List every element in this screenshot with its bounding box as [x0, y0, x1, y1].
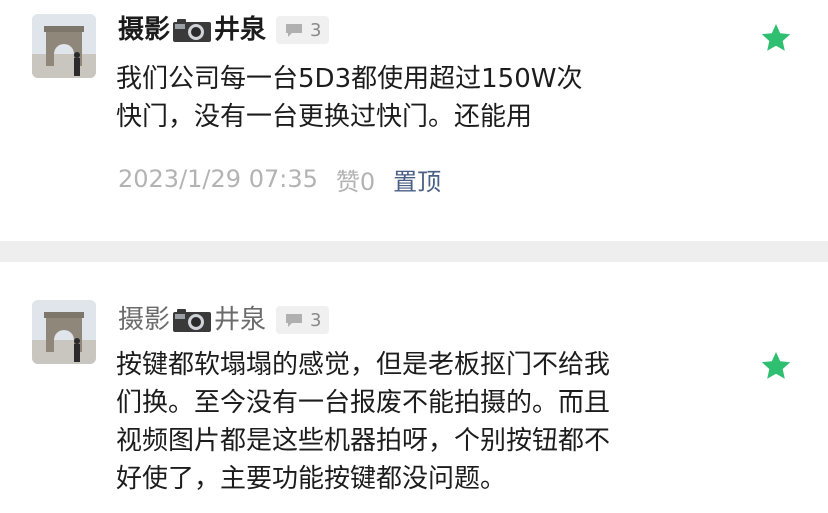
- author-name[interactable]: 摄影: [118, 303, 170, 337]
- comment-text-line: 视频图片都是这些机器拍呀，个别按钮都不: [116, 426, 611, 456]
- pin-button[interactable]: 置顶: [393, 162, 441, 197]
- author-name[interactable]: 摄影: [118, 13, 170, 47]
- star-icon[interactable]: [760, 22, 792, 54]
- like-label: 赞: [335, 167, 360, 196]
- arc-de-triomphe-image: [32, 300, 96, 364]
- comment-text-line: 们换。至今没有一台报废不能拍摄的。而且: [116, 388, 611, 418]
- comment-bubble-icon: [286, 314, 303, 327]
- comment-item: 摄影 井泉 3 我们公司每一台5D3都使用超过150W次 快门，没有一台更换过快…: [0, 0, 828, 241]
- arc-de-triomphe-image: [32, 14, 96, 78]
- comment-text-line: 按键都软塌塌的感觉，但是老板抠门不给我: [116, 350, 611, 380]
- comment-item: 摄影 井泉 3 按键都软塌塌的感觉，但是老板抠门不给我 们换。至今没有一台报废不…: [0, 262, 828, 513]
- camera-icon: [173, 309, 212, 332]
- author-name-suffix[interactable]: 井泉: [214, 13, 266, 47]
- comment-text: 我们公司每一台5D3都使用超过150W次 快门，没有一台更换过快门。还能用: [116, 60, 696, 136]
- reply-count: 3: [310, 19, 322, 41]
- comment-text-line: 快门，没有一台更换过快门。还能用: [116, 102, 533, 132]
- comment-text-line: 好使了，主要功能按键都没问题。: [116, 464, 507, 494]
- comment-text-line: 我们公司每一台5D3都使用超过150W次: [116, 64, 583, 94]
- avatar[interactable]: [32, 300, 96, 364]
- star-icon[interactable]: [760, 350, 792, 382]
- section-divider: [0, 241, 828, 262]
- reply-count-badge[interactable]: 3: [276, 16, 330, 44]
- comment-bubble-icon: [286, 24, 303, 37]
- avatar[interactable]: [32, 14, 96, 78]
- camera-icon: [173, 19, 212, 42]
- author-row: 摄影 井泉 3: [118, 13, 330, 47]
- comment-meta: 2023/1/29 07:35 赞0 置顶: [118, 161, 441, 197]
- like-button[interactable]: 赞0: [336, 162, 375, 197]
- author-row: 摄影 井泉 3: [118, 303, 330, 337]
- timestamp: 2023/1/29 07:35: [118, 165, 318, 193]
- author-name-suffix[interactable]: 井泉: [214, 303, 266, 337]
- comment-text: 按键都软塌塌的感觉，但是老板抠门不给我 们换。至今没有一台报废不能拍摄的。而且 …: [116, 346, 731, 498]
- reply-count-badge[interactable]: 3: [276, 306, 330, 334]
- like-count: 0: [359, 167, 376, 196]
- reply-count: 3: [310, 309, 322, 331]
